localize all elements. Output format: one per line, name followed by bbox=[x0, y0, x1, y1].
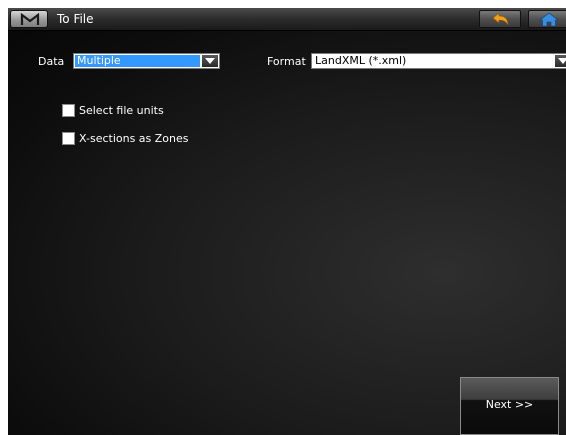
home-button[interactable] bbox=[528, 10, 566, 28]
next-button-label: Next >> bbox=[485, 398, 534, 411]
data-dropdown[interactable]: Multiple bbox=[73, 53, 220, 69]
chevron-down-icon bbox=[558, 58, 566, 64]
format-dropdown[interactable]: LandXML (*.xml) bbox=[311, 53, 566, 69]
select-file-units-checkbox[interactable] bbox=[62, 104, 75, 117]
back-button[interactable] bbox=[479, 10, 521, 28]
format-label: Format bbox=[267, 55, 306, 68]
home-icon bbox=[539, 12, 559, 27]
x-sections-as-zones-label[interactable]: X-sections as Zones bbox=[79, 132, 189, 145]
menu-button[interactable] bbox=[10, 10, 48, 28]
data-dropdown-arrow[interactable] bbox=[202, 55, 218, 67]
next-button[interactable]: Next >> bbox=[460, 377, 559, 435]
m-logo-icon bbox=[20, 13, 40, 25]
format-dropdown-arrow[interactable] bbox=[555, 55, 566, 67]
window-title: To File bbox=[57, 12, 94, 26]
format-dropdown-value: LandXML (*.xml) bbox=[315, 54, 407, 67]
chevron-down-icon bbox=[205, 58, 215, 64]
data-dropdown-value: Multiple bbox=[75, 55, 200, 67]
title-bar: To File bbox=[8, 8, 566, 31]
select-file-units-label[interactable]: Select file units bbox=[79, 104, 164, 117]
back-arrow-icon bbox=[492, 12, 509, 26]
x-sections-as-zones-checkbox[interactable] bbox=[62, 132, 75, 145]
app-window: To File Data Multiple Format LandXML (*.… bbox=[8, 8, 566, 435]
data-label: Data bbox=[38, 55, 65, 68]
